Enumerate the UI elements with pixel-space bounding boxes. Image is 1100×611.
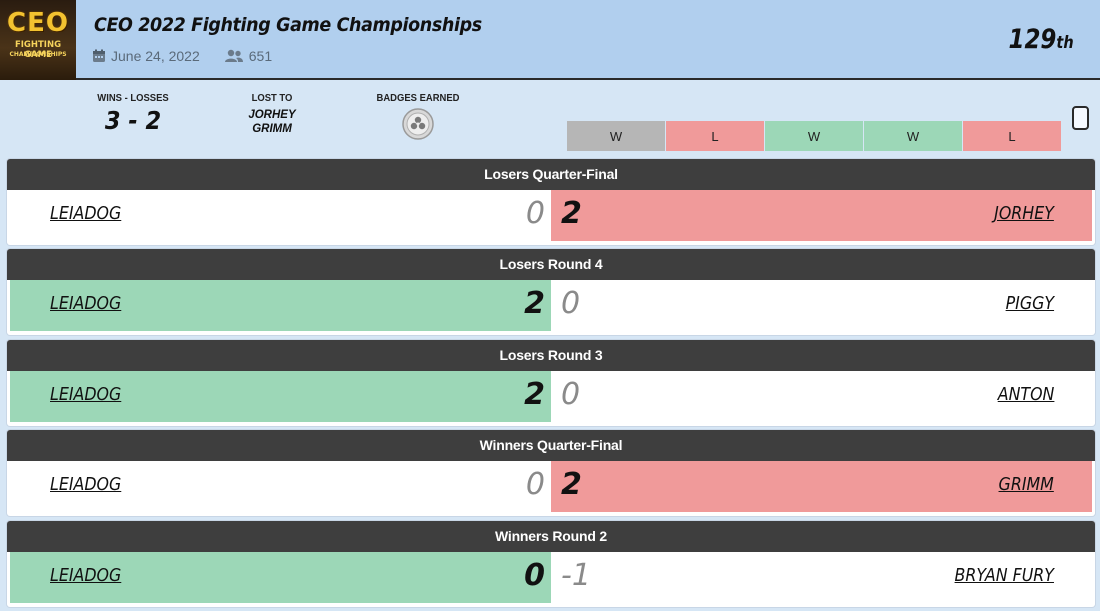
player-1-score: 0 <box>525 196 545 231</box>
badge-coin-icon[interactable] <box>402 108 434 140</box>
player-2-score: 2 <box>561 467 582 502</box>
lost-to-summary: LOST TO JORHEY GRIMM <box>222 92 322 136</box>
entrant-count: 651 <box>248 48 273 64</box>
player-2-side: -1 BRYAN FURY <box>551 552 1092 603</box>
badges-label: BADGES EARNED <box>376 92 460 104</box>
player-2-side: 0 PIGGY <box>551 280 1092 331</box>
lost-to-label: LOST TO <box>251 92 293 104</box>
match-card: Winners Quarter-Final LEIADOG 0 2 GRIMM <box>7 430 1095 516</box>
player-1-name[interactable]: LEIADOG <box>50 203 121 224</box>
match-body: LEIADOG 0 2 GRIMM <box>10 461 1092 514</box>
round-title: Winners Round 2 <box>7 521 1095 552</box>
player-2-name[interactable]: GRIMM <box>999 474 1054 495</box>
player-2-name[interactable]: ANTON <box>997 384 1054 405</box>
event-header: CEO FIGHTING GAME CHAMPIONSHIPS CEO 2022… <box>0 0 1100 80</box>
lost-to-player[interactable]: JORHEY <box>222 108 322 122</box>
player-1-side: LEIADOG 2 <box>10 371 551 422</box>
placement-suffix: th <box>1056 33 1074 53</box>
player-2-score: -1 <box>561 558 591 593</box>
round-title: Losers Round 3 <box>7 340 1095 371</box>
round-title: Losers Quarter-Final <box>7 159 1095 190</box>
round-title: Losers Round 4 <box>7 249 1095 280</box>
player-2-name[interactable]: PIGGY <box>1006 293 1054 314</box>
round-title: Winners Quarter-Final <box>7 430 1095 461</box>
player-1-score: 0 <box>525 467 545 502</box>
player-2-name[interactable]: JORHEY <box>994 203 1054 224</box>
placement-number: 129 <box>1008 24 1057 55</box>
player-1-name[interactable]: LEIADOG <box>50 474 121 495</box>
event-title[interactable]: CEO 2022 Fighting Game Championships <box>94 14 482 36</box>
placement: 129th <box>1009 24 1074 55</box>
event-date: June 24, 2022 <box>111 48 200 64</box>
result-cell: W <box>765 121 863 151</box>
logo-text: CEO <box>7 8 69 38</box>
player-1-name[interactable]: LEIADOG <box>50 384 121 405</box>
player-1-side: LEIADOG 0 <box>10 461 551 512</box>
player-1-score: 0 <box>524 558 545 593</box>
results-strip: W L W W L <box>567 121 1061 151</box>
player-2-side: 0 ANTON <box>551 371 1092 422</box>
match-card: Losers Quarter-Final LEIADOG 0 2 JORHEY <box>7 159 1095 245</box>
badges-summary: BADGES EARNED <box>368 92 468 140</box>
player-2-score: 0 <box>561 286 581 321</box>
player-1-score: 2 <box>524 286 545 321</box>
result-cell: L <box>963 121 1061 151</box>
event-logo[interactable]: CEO FIGHTING GAME CHAMPIONSHIPS <box>0 0 76 80</box>
player-1-side: LEIADOG 2 <box>10 280 551 331</box>
player-1-name[interactable]: LEIADOG <box>50 565 121 586</box>
wins-losses-value: 3 - 2 <box>104 106 162 135</box>
result-cell: W <box>567 121 665 151</box>
result-cell: W <box>864 121 962 151</box>
match-card: Losers Round 4 LEIADOG 2 0 PIGGY <box>7 249 1095 335</box>
player-2-side: 2 GRIMM <box>551 461 1092 512</box>
player-1-name[interactable]: LEIADOG <box>50 293 121 314</box>
player-2-name[interactable]: BRYAN FURY <box>955 565 1054 586</box>
event-meta: June 24, 2022 651 <box>92 48 272 64</box>
player-2-score: 0 <box>561 377 581 412</box>
match-body: LEIADOG 0 -1 BRYAN FURY <box>10 552 1092 605</box>
wins-losses-label: WINS - LOSSES <box>97 92 169 104</box>
lost-to-player[interactable]: GRIMM <box>222 122 322 136</box>
match-body: LEIADOG 2 0 PIGGY <box>10 280 1092 333</box>
player-2-score: 2 <box>561 196 582 231</box>
player-1-side: LEIADOG 0 <box>10 190 551 241</box>
logo-subtitle-2: CHAMPIONSHIPS <box>9 51 67 58</box>
people-icon <box>224 49 243 62</box>
wins-losses-summary: WINS - LOSSES 3 - 2 <box>88 92 178 135</box>
player-1-side: LEIADOG 0 <box>10 552 551 603</box>
calendar-icon <box>93 49 105 62</box>
player-2-side: 2 JORHEY <box>551 190 1092 241</box>
match-body: LEIADOG 2 0 ANTON <box>10 371 1092 424</box>
result-cell: L <box>666 121 764 151</box>
match-body: LEIADOG 0 2 JORHEY <box>10 190 1092 243</box>
match-card: Losers Round 3 LEIADOG 2 0 ANTON <box>7 340 1095 426</box>
match-card: Winners Round 2 LEIADOG 0 -1 BRYAN FURY <box>7 521 1095 607</box>
player-1-score: 2 <box>524 377 545 412</box>
collapse-toggle-button[interactable] <box>1072 106 1089 130</box>
